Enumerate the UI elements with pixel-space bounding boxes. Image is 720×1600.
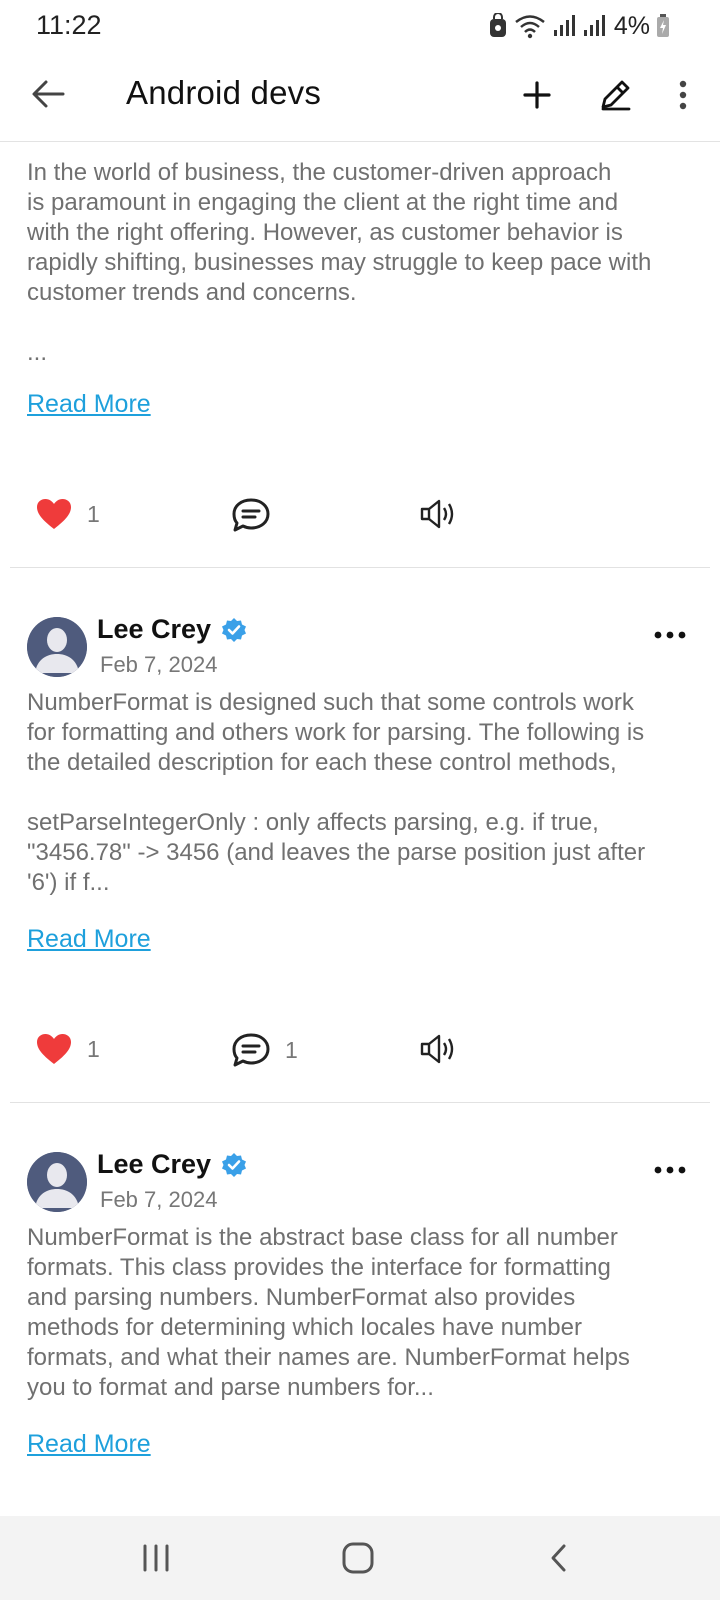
signal-icon-2	[582, 14, 606, 38]
status-time: 11:22	[36, 10, 102, 40]
post-date: Feb 7, 2024	[100, 1187, 218, 1212]
user-avatar-icon	[27, 1152, 87, 1212]
recent-apps-button[interactable]	[131, 1538, 181, 1578]
heart-icon	[37, 1034, 71, 1064]
recent-apps-icon	[143, 1544, 169, 1572]
chevron-left-icon	[551, 1544, 566, 1572]
comment-icon	[232, 1033, 270, 1067]
comment-button[interactable]: 1	[231, 1032, 298, 1068]
edit-button[interactable]	[590, 70, 640, 120]
status-icons: 4%	[488, 10, 670, 42]
post-body: In the world of business, the customer-d…	[27, 159, 652, 366]
more-horizontal-icon	[654, 631, 686, 639]
post-more-button[interactable]	[648, 620, 692, 650]
post-actions: 1	[27, 489, 706, 549]
avatar[interactable]	[27, 1152, 87, 1212]
overflow-menu-button[interactable]	[668, 70, 698, 120]
like-button[interactable]: 1	[35, 497, 100, 531]
post-actions: 1 1	[27, 1024, 706, 1084]
battery-percent: 4%	[613, 11, 650, 40]
post-card: Lee Crey Feb 7, 2024 NumberFormat is des…	[0, 568, 720, 1084]
author-name[interactable]: Lee Crey	[97, 614, 247, 645]
read-more-link[interactable]: Read More	[27, 1430, 151, 1459]
page-title: Android devs	[126, 74, 322, 111]
verified-badge-icon	[222, 617, 247, 642]
speaker-icon	[420, 499, 454, 529]
speaker-icon	[420, 1034, 454, 1064]
author-name-text: Lee Crey	[97, 1149, 212, 1179]
app-bar-actions	[512, 70, 698, 120]
like-count: 1	[87, 500, 100, 527]
comment-button[interactable]	[231, 497, 271, 533]
read-more-link[interactable]: Read More	[27, 390, 151, 419]
lock-notification-icon	[488, 13, 508, 39]
post-date: Feb 7, 2024	[100, 652, 218, 677]
post-card: In the world of business, the customer-d…	[0, 143, 720, 549]
author-name[interactable]: Lee Crey	[97, 1149, 247, 1180]
plus-icon	[523, 81, 551, 109]
read-more-link[interactable]: Read More	[27, 925, 151, 954]
more-horizontal-icon	[654, 1166, 686, 1174]
verified-badge-icon	[222, 1152, 247, 1177]
status-bar: 11:22 4%	[0, 0, 720, 52]
home-button[interactable]	[333, 1538, 383, 1578]
comment-icon	[232, 498, 270, 532]
like-count: 1	[87, 1035, 100, 1062]
battery-charging-icon	[656, 14, 670, 38]
system-back-button[interactable]	[534, 1538, 584, 1578]
author-name-text: Lee Crey	[97, 614, 212, 644]
heart-icon	[37, 499, 71, 529]
post-more-button[interactable]	[648, 1155, 692, 1185]
post-card: Lee Crey Feb 7, 2024 NumberFormat is the…	[0, 1103, 720, 1459]
back-arrow-icon	[32, 80, 65, 108]
more-vertical-icon	[679, 80, 687, 110]
wifi-icon	[514, 13, 546, 39]
signal-icon	[552, 14, 576, 38]
add-post-button[interactable]	[512, 70, 562, 120]
post-body: NumberFormat is the abstract base class …	[27, 1224, 630, 1401]
post-feed: In the world of business, the customer-d…	[0, 143, 720, 1516]
listen-button[interactable]	[419, 497, 461, 531]
app-bar: Android devs	[0, 52, 720, 142]
post-body: NumberFormat is designed such that some …	[27, 689, 646, 896]
post-header: Lee Crey Feb 7, 2024	[27, 610, 706, 696]
listen-button[interactable]	[419, 1032, 461, 1066]
system-nav-bar	[0, 1516, 720, 1600]
post-header: Lee Crey Feb 7, 2024	[27, 1145, 706, 1231]
back-button[interactable]	[28, 74, 68, 114]
home-icon	[342, 1542, 374, 1574]
user-avatar-icon	[27, 617, 87, 677]
like-button[interactable]: 1	[35, 1032, 100, 1066]
avatar[interactable]	[27, 617, 87, 677]
edit-pencil-icon	[601, 80, 631, 111]
comment-count: 1	[285, 1036, 298, 1063]
